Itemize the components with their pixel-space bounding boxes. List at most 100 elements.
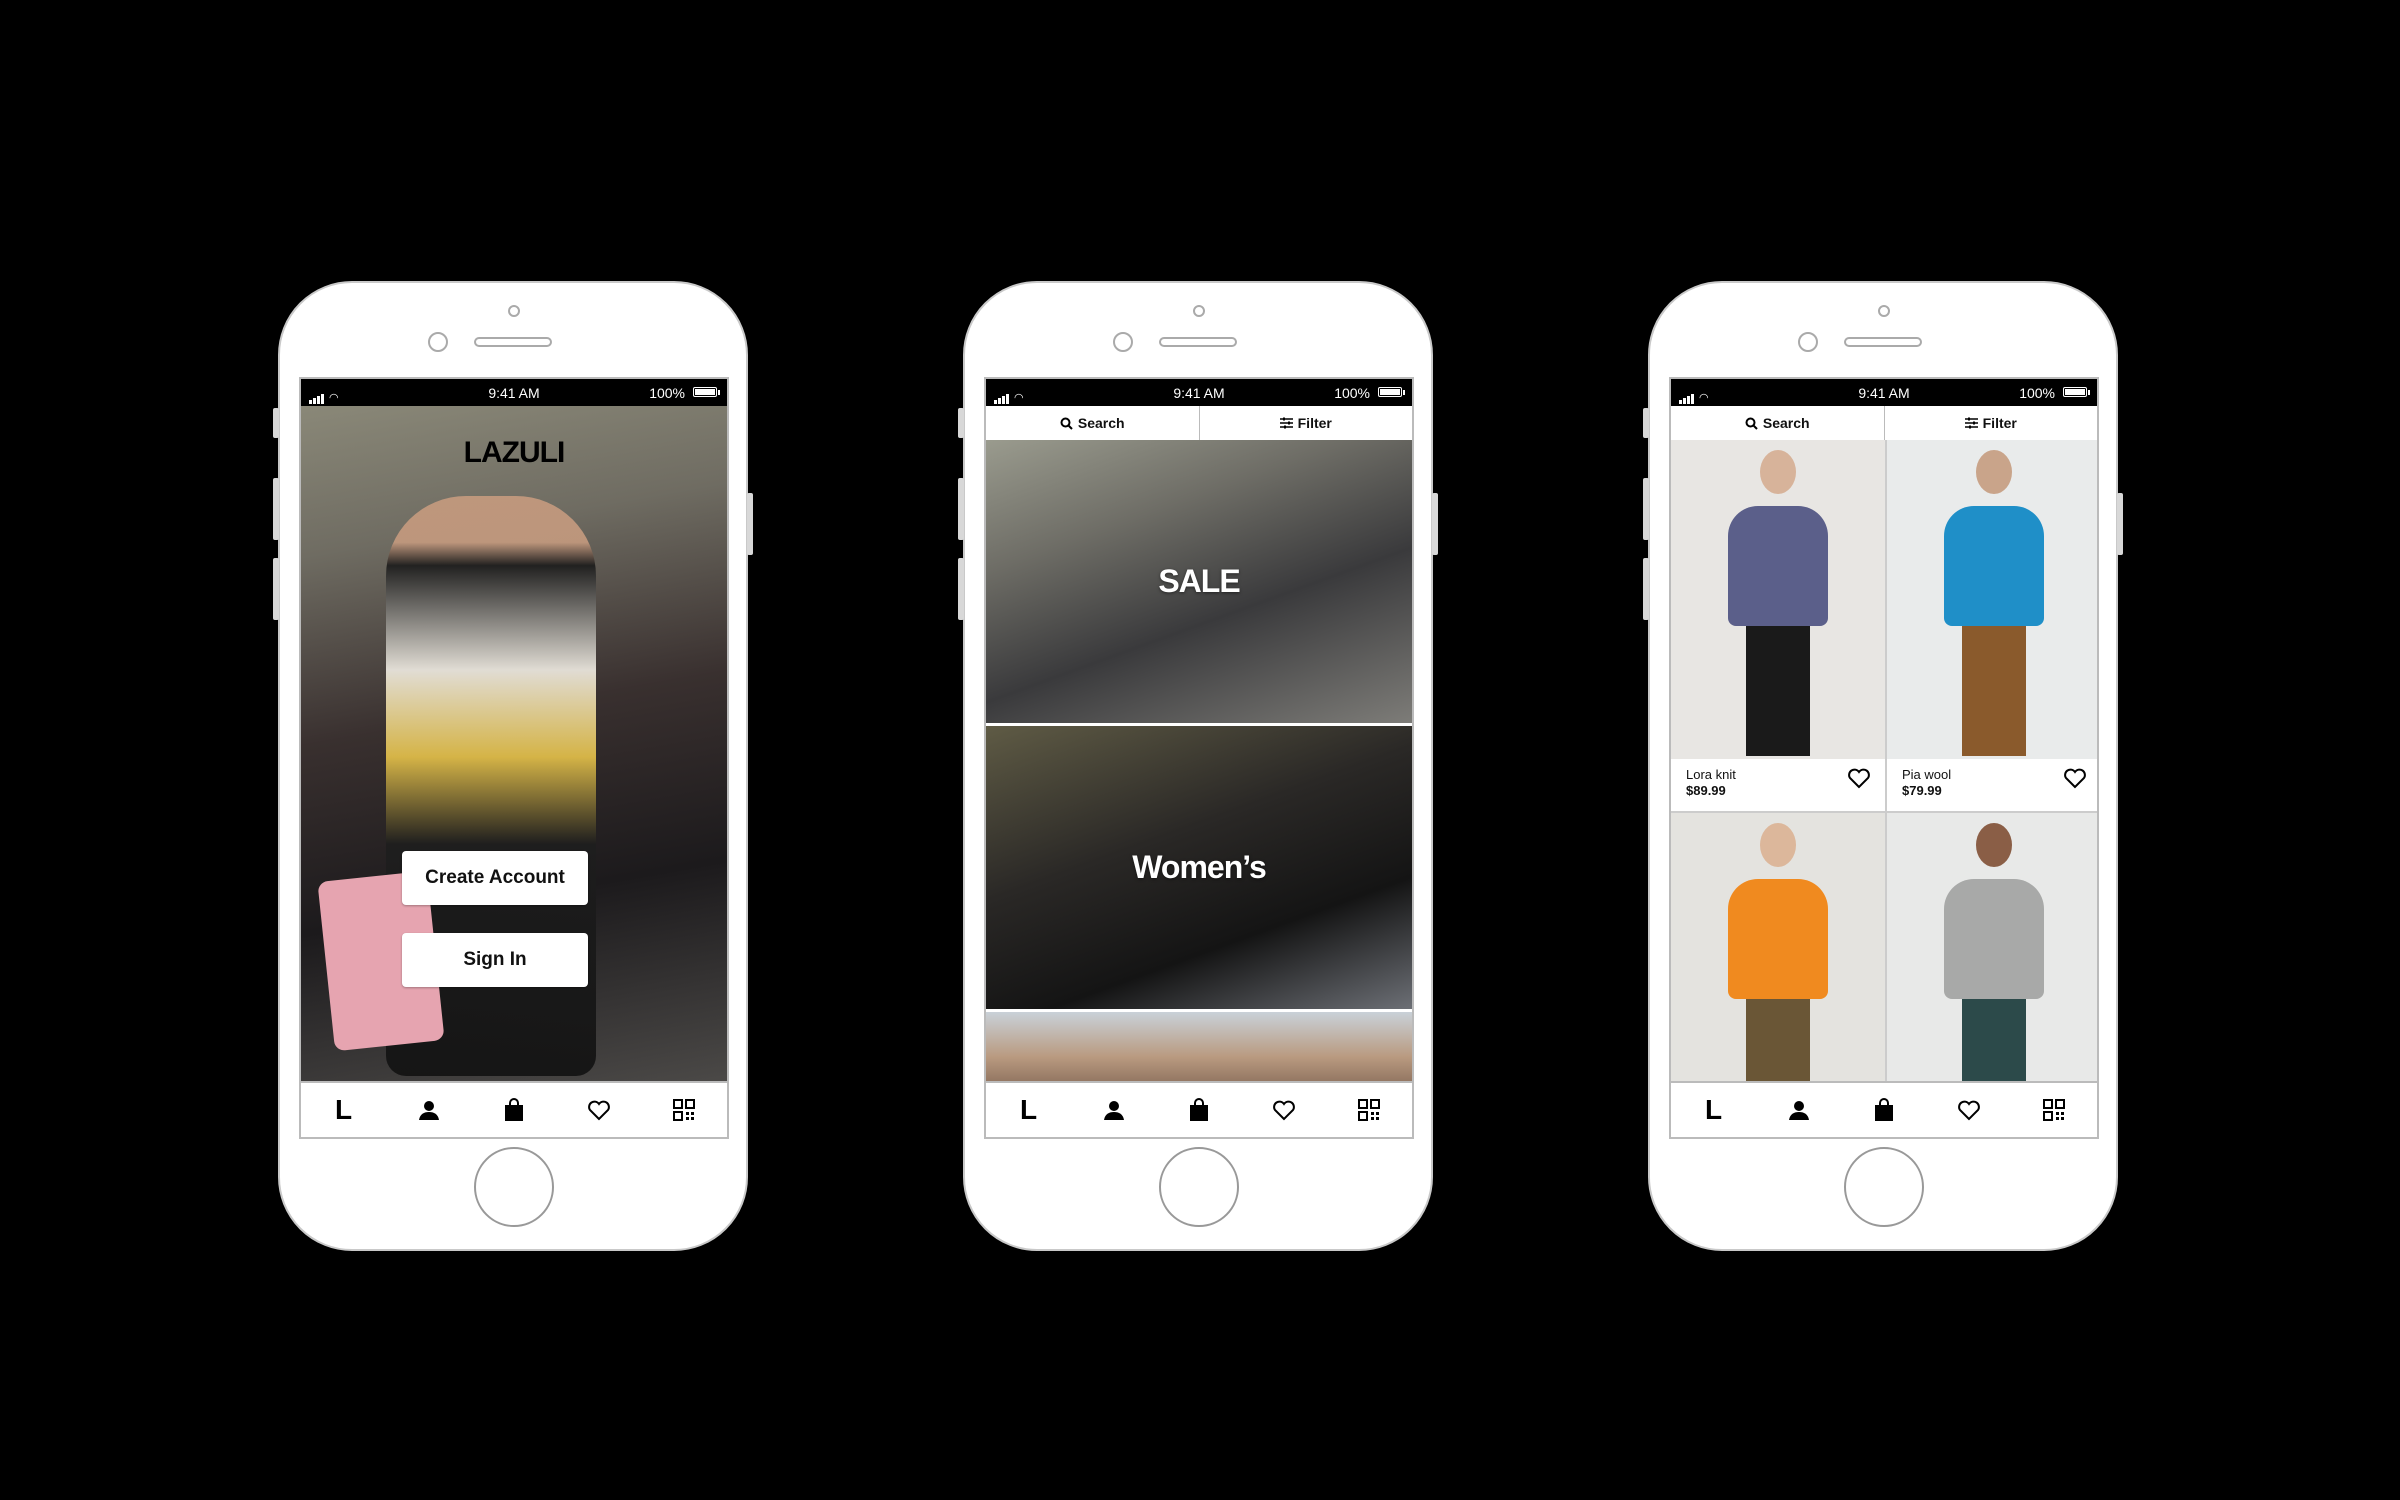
search-button[interactable]: Search xyxy=(986,406,1200,440)
filter-label: Filter xyxy=(1982,415,2017,431)
screen-product-grid: ◠ 9:41 AM 100% Search Filter Lora knit $… xyxy=(1669,377,2099,1139)
sign-in-button[interactable]: Sign In xyxy=(402,933,588,987)
battery-icon xyxy=(693,387,720,397)
logo-l-icon: L xyxy=(335,1094,353,1125)
search-button[interactable]: Search xyxy=(1671,406,1885,440)
filter-icon xyxy=(1964,417,1978,429)
volume-up-button xyxy=(958,478,964,540)
product-info: Lora knit $89.99 xyxy=(1671,759,1885,811)
qr-code-icon xyxy=(673,1099,696,1121)
heart-icon xyxy=(1958,1100,1981,1121)
qr-code-icon xyxy=(1358,1099,1381,1121)
tab-bag[interactable] xyxy=(1179,1090,1219,1130)
front-camera xyxy=(1798,332,1818,352)
tab-scan[interactable] xyxy=(1349,1090,1389,1130)
product-name: Pia wool xyxy=(1902,767,1952,782)
search-icon xyxy=(1745,417,1758,430)
product-top xyxy=(1944,506,2044,626)
logo-l-icon: L xyxy=(1705,1094,1723,1125)
heart-icon xyxy=(1273,1100,1296,1121)
battery-icon xyxy=(2063,387,2090,397)
product-top xyxy=(1728,879,1828,999)
filter-button[interactable]: Filter xyxy=(1885,406,2098,440)
proximity-sensor xyxy=(1878,305,1890,317)
create-account-button[interactable]: Create Account xyxy=(402,851,588,905)
battery-percent: 100% xyxy=(1334,385,1370,401)
product-card[interactable]: Pia wool $79.99 xyxy=(1887,440,2097,811)
category-tile-sale[interactable]: SALE xyxy=(986,440,1412,723)
tab-profile[interactable] xyxy=(409,1090,449,1130)
filter-icon xyxy=(1279,417,1293,429)
tab-home[interactable]: L xyxy=(1009,1090,1049,1130)
tab-bag[interactable] xyxy=(494,1090,534,1130)
volume-down-button xyxy=(273,558,279,620)
volume-up-button xyxy=(1643,478,1649,540)
tab-home[interactable]: L xyxy=(1694,1090,1734,1130)
tab-scan[interactable] xyxy=(664,1090,704,1130)
phone-frame-3: ◠ 9:41 AM 100% Search Filter Lora knit $… xyxy=(1643,281,2123,1251)
tab-bar: L xyxy=(301,1081,727,1137)
product-image xyxy=(1887,440,2097,759)
tab-profile[interactable] xyxy=(1779,1090,1819,1130)
brand-logo: LAZULI xyxy=(463,436,566,469)
search-label: Search xyxy=(1762,415,1810,431)
power-button xyxy=(1432,493,1438,555)
screen-categories: ◠ 9:41 AM 100% Search Filter SALE Women’… xyxy=(984,377,1414,1139)
product-price: $79.99 xyxy=(1902,783,1942,798)
qr-code-icon xyxy=(2043,1099,2066,1121)
hero-image: LAZULI Create Account Sign In xyxy=(301,406,727,1087)
earpiece-speaker xyxy=(1844,337,1922,347)
battery-percent: 100% xyxy=(649,385,685,401)
logo-l-icon: L xyxy=(1020,1094,1038,1125)
status-bar: ◠ 9:41 AM 100% xyxy=(986,379,1412,406)
earpiece-speaker xyxy=(474,337,552,347)
battery-percent: 100% xyxy=(2019,385,2055,401)
filter-label: Filter xyxy=(1297,415,1332,431)
battery-icon xyxy=(1378,387,1405,397)
tab-bag[interactable] xyxy=(1864,1090,1904,1130)
product-image xyxy=(1671,440,1885,759)
category-tile-partial[interactable] xyxy=(986,1012,1412,1087)
profile-icon xyxy=(418,1101,439,1120)
phone-frame-2: ◠ 9:41 AM 100% Search Filter SALE Women’… xyxy=(958,281,1438,1251)
home-button[interactable] xyxy=(1159,1147,1239,1227)
tab-favorites[interactable] xyxy=(579,1090,619,1130)
status-bar: ◠ 9:41 AM 100% xyxy=(301,379,727,406)
tab-favorites[interactable] xyxy=(1264,1090,1304,1130)
home-button[interactable] xyxy=(474,1147,554,1227)
heart-icon[interactable] xyxy=(1847,767,1871,789)
profile-icon xyxy=(1788,1101,1809,1120)
filter-button[interactable]: Filter xyxy=(1200,406,1413,440)
proximity-sensor xyxy=(508,305,520,317)
tab-bar: L xyxy=(1671,1081,2097,1137)
volume-up-button xyxy=(273,478,279,540)
product-bottom xyxy=(1962,626,2026,756)
tab-favorites[interactable] xyxy=(1949,1090,1989,1130)
tab-bar: L xyxy=(986,1081,1412,1137)
home-button[interactable] xyxy=(1844,1147,1924,1227)
search-icon xyxy=(1060,417,1073,430)
heart-icon[interactable] xyxy=(2063,767,2087,789)
earpiece-speaker xyxy=(1159,337,1237,347)
category-tile-womens[interactable]: Women’s xyxy=(986,726,1412,1009)
profile-icon xyxy=(1103,1101,1124,1120)
category-label: SALE xyxy=(1158,563,1240,599)
bag-icon xyxy=(504,1098,523,1121)
tab-profile[interactable] xyxy=(1094,1090,1134,1130)
proximity-sensor xyxy=(1193,305,1205,317)
bag-icon xyxy=(1874,1098,1893,1121)
mute-switch xyxy=(273,408,279,438)
status-bar: ◠ 9:41 AM 100% xyxy=(1671,379,2097,406)
product-card[interactable]: Lora knit $89.99 xyxy=(1671,440,1885,811)
product-bottom xyxy=(1746,626,1810,756)
tab-home[interactable]: L xyxy=(324,1090,364,1130)
front-camera xyxy=(1113,332,1133,352)
tab-scan[interactable] xyxy=(2034,1090,2074,1130)
phone-frame-1: ◠ 9:41 AM 100% LAZULI Create Account Sig… xyxy=(273,281,753,1251)
mute-switch xyxy=(958,408,964,438)
volume-down-button xyxy=(1643,558,1649,620)
bag-icon xyxy=(1189,1098,1208,1121)
volume-down-button xyxy=(958,558,964,620)
mute-switch xyxy=(1643,408,1649,438)
search-label: Search xyxy=(1077,415,1125,431)
